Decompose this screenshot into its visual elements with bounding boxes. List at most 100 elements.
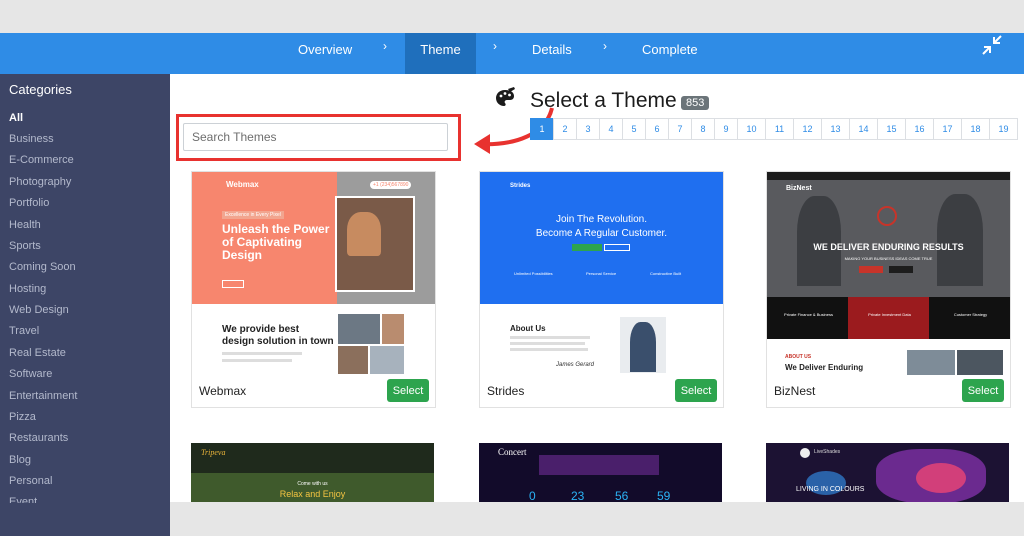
step-theme[interactable]: Theme bbox=[405, 33, 476, 74]
theme-card-biznest[interactable]: BizNest WE DELIVER ENDURING RESULTS MAKI… bbox=[766, 171, 1011, 408]
category-photography[interactable]: Photography bbox=[9, 176, 71, 188]
preview-logo: BizNest bbox=[786, 185, 812, 192]
preview-logo: Strides bbox=[510, 183, 531, 189]
collapse-icon[interactable] bbox=[982, 35, 1002, 55]
select-theme-button[interactable]: Select bbox=[962, 379, 1004, 402]
preview-logo: Webmax bbox=[226, 180, 259, 189]
preview-headline: Relax and Enjoy bbox=[279, 489, 346, 499]
preview-about-tag: ABOUT US bbox=[785, 354, 812, 360]
theme-card-liveshades[interactable]: LiveShades LIVING IN COLOURS bbox=[766, 443, 1009, 502]
step-details-label: Details bbox=[532, 42, 572, 57]
search-themes-input[interactable] bbox=[183, 123, 448, 151]
page-14[interactable]: 14 bbox=[849, 118, 878, 140]
preview-service: Customer Strategy bbox=[953, 312, 988, 317]
category-real-estate[interactable]: Real Estate bbox=[9, 347, 66, 359]
pagination: 1 2 3 4 5 6 7 8 9 10 11 12 13 14 15 16 1… bbox=[530, 118, 1018, 140]
page-11[interactable]: 11 bbox=[765, 118, 794, 140]
bottom-margin bbox=[170, 502, 1024, 536]
page-3[interactable]: 3 bbox=[576, 118, 600, 140]
select-theme-button[interactable]: Select bbox=[387, 379, 429, 402]
step-complete[interactable]: Complete bbox=[642, 33, 698, 74]
preview-logo: Tripeva bbox=[201, 448, 226, 457]
theme-name: BizNest bbox=[774, 384, 816, 398]
preview-section-title: We provide best bbox=[222, 324, 300, 335]
page-17[interactable]: 17 bbox=[933, 118, 962, 140]
page-6[interactable]: 6 bbox=[645, 118, 669, 140]
theme-name: Webmax bbox=[199, 384, 247, 398]
preview-countdown: 59 bbox=[657, 489, 671, 502]
preview-headline: WE DELIVER ENDURING RESULTS bbox=[813, 242, 964, 252]
preview-logo: LiveShades bbox=[814, 449, 841, 455]
theme-card-tripeva[interactable]: Tripeva Come with us Relax and Enjoy bbox=[191, 443, 434, 502]
category-all[interactable]: All bbox=[9, 112, 23, 124]
category-personal[interactable]: Personal bbox=[9, 475, 52, 487]
category-travel[interactable]: Travel bbox=[9, 325, 39, 337]
categories-sidebar: Categories All Business E-Commerce Photo… bbox=[0, 74, 170, 536]
preview-headline: Join The Revolution. bbox=[556, 214, 647, 225]
preview-badge: Excellence in Every Pixel bbox=[222, 211, 284, 219]
page-4[interactable]: 4 bbox=[599, 118, 623, 140]
theme-card-webmax[interactable]: Webmax +1 (234)567890 Excellence in Ever… bbox=[191, 171, 436, 408]
category-business[interactable]: Business bbox=[9, 133, 54, 145]
theme-preview-biznest: BizNest WE DELIVER ENDURING RESULTS MAKI… bbox=[767, 172, 1010, 375]
preview-countdown: 0 bbox=[529, 489, 536, 502]
page-2[interactable]: 2 bbox=[553, 118, 577, 140]
search-highlight-box bbox=[176, 114, 461, 161]
category-event[interactable]: Event bbox=[9, 496, 37, 503]
page-18[interactable]: 18 bbox=[961, 118, 990, 140]
category-portfolio[interactable]: Portfolio bbox=[9, 197, 49, 209]
category-web-design[interactable]: Web Design bbox=[9, 304, 69, 316]
category-coming-soon[interactable]: Coming Soon bbox=[9, 261, 76, 273]
page-12[interactable]: 12 bbox=[793, 118, 822, 140]
page-9[interactable]: 9 bbox=[714, 118, 738, 140]
step-separator: › bbox=[603, 39, 607, 53]
preview-service: Private Investment Data bbox=[868, 312, 911, 317]
page-16[interactable]: 16 bbox=[905, 118, 934, 140]
preview-logo: Concert bbox=[498, 447, 527, 457]
preview-about-title: We Deliver Enduring bbox=[785, 363, 864, 372]
category-restaurants[interactable]: Restaurants bbox=[9, 432, 68, 444]
preview-subheadline: MAKING YOUR BUSINESS IDEAS COME TRUE bbox=[844, 256, 933, 261]
step-complete-label: Complete bbox=[642, 42, 698, 57]
page-10[interactable]: 10 bbox=[737, 118, 766, 140]
preview-countdown: 56 bbox=[615, 489, 629, 502]
preview-section-title: design solution in town bbox=[222, 336, 334, 347]
category-sports[interactable]: Sports bbox=[9, 240, 41, 252]
page-1[interactable]: 1 bbox=[530, 118, 554, 140]
preview-feature: Unlimited Possibilities bbox=[514, 271, 553, 276]
preview-headline: Design bbox=[222, 248, 263, 262]
theme-name: Strides bbox=[487, 384, 525, 398]
category-hosting[interactable]: Hosting bbox=[9, 283, 46, 295]
preview-headline: Unleash the Power bbox=[222, 222, 330, 236]
preview-feature: Constructive Built bbox=[650, 271, 682, 276]
select-theme-button[interactable]: Select bbox=[675, 379, 717, 402]
preview-headline: Become A Regular Customer. bbox=[535, 228, 668, 239]
preview-headline: of Captivating bbox=[222, 235, 302, 249]
page-5[interactable]: 5 bbox=[622, 118, 646, 140]
theme-gallery: Select a Theme 853 1 2 3 4 5 6 7 8 9 10 … bbox=[170, 74, 1024, 502]
category-health[interactable]: Health bbox=[9, 219, 41, 231]
step-overview[interactable]: Overview bbox=[298, 33, 352, 74]
step-overview-label: Overview bbox=[298, 42, 353, 57]
page-19[interactable]: 19 bbox=[989, 118, 1018, 140]
theme-preview-strides: Strides Join The Revolution. Become A Re… bbox=[480, 172, 723, 375]
category-blog[interactable]: Blog bbox=[9, 454, 31, 466]
preview-about-title: About Us bbox=[510, 324, 546, 333]
preview-tagline: Come with us bbox=[297, 481, 328, 487]
theme-preview-webmax: Webmax +1 (234)567890 Excellence in Ever… bbox=[192, 172, 435, 375]
page-13[interactable]: 13 bbox=[821, 118, 850, 140]
category-entertainment[interactable]: Entertainment bbox=[9, 390, 77, 402]
page-7[interactable]: 7 bbox=[668, 118, 692, 140]
category-pizza[interactable]: Pizza bbox=[9, 411, 36, 423]
step-details[interactable]: Details bbox=[532, 33, 572, 74]
theme-card-concert[interactable]: Concert 0 23 56 59 bbox=[479, 443, 722, 502]
category-software[interactable]: Software bbox=[9, 368, 52, 380]
preview-feature: Personal Service bbox=[586, 271, 617, 276]
category-ecommerce[interactable]: E-Commerce bbox=[9, 154, 74, 166]
step-separator: › bbox=[383, 39, 387, 53]
page-15[interactable]: 15 bbox=[877, 118, 906, 140]
theme-card-strides[interactable]: Strides Join The Revolution. Become A Re… bbox=[479, 171, 724, 408]
page-8[interactable]: 8 bbox=[691, 118, 715, 140]
wizard-steps-bar: Overview › Theme › Details › Complete bbox=[0, 33, 1024, 74]
step-separator: › bbox=[493, 39, 497, 53]
